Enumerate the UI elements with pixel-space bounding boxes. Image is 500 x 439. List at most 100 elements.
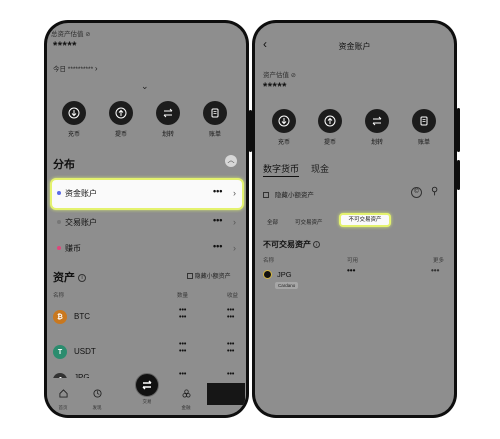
nav-discover-label: 发现 bbox=[92, 405, 102, 410]
nav-finance[interactable]: 金融 bbox=[175, 385, 197, 411]
chevron-right-icon: › bbox=[233, 217, 236, 227]
asset-symbol[interactable]: USDT bbox=[74, 347, 96, 356]
distribution-title: 分布 bbox=[53, 159, 75, 171]
info-icon[interactable]: i bbox=[313, 241, 321, 249]
side-button bbox=[457, 160, 460, 190]
deposit-button[interactable]: 充币 bbox=[269, 109, 299, 146]
non-tradable-section-title: 不可交易资产 i bbox=[263, 239, 321, 250]
eye-hidden-icon[interactable]: ⊘ bbox=[291, 73, 296, 79]
assets-title-text: 资产 bbox=[53, 272, 75, 284]
nav-finance-label: 金融 bbox=[181, 405, 191, 410]
filter-all[interactable]: 全部 bbox=[267, 218, 278, 226]
asset-amount-value: ••• bbox=[179, 371, 187, 378]
bill-icon bbox=[203, 101, 227, 125]
bill-icon bbox=[412, 109, 436, 133]
filter-non-tradable[interactable]: 不可交易资产 bbox=[339, 213, 391, 227]
asset-amount-sub: ••• bbox=[179, 348, 187, 355]
checkbox-icon bbox=[263, 192, 269, 199]
withdraw-label: 提币 bbox=[323, 140, 336, 146]
right-phone-frame: ‹ 资金账户 资产估值 ⊘ ***** 充币 提币 划转 账单 数字货币 现金 … bbox=[252, 20, 460, 418]
info-icon[interactable]: i bbox=[78, 274, 87, 283]
deposit-icon bbox=[272, 109, 296, 133]
funding-dot-icon bbox=[57, 191, 61, 195]
asset-value-sub: ••• bbox=[227, 314, 235, 321]
bill-label: 账单 bbox=[417, 140, 430, 146]
chevron-right-icon: › bbox=[233, 243, 236, 253]
nav-discover[interactable]: 发现 bbox=[86, 385, 108, 411]
asset-value-main: ••• bbox=[227, 307, 235, 314]
distribution-item-trading-account[interactable]: 交易账户 bbox=[65, 217, 97, 228]
search-icon[interactable]: ⚲ bbox=[431, 186, 438, 197]
distribution-item-earn[interactable]: 赚币 bbox=[65, 243, 81, 254]
column-header-available: 可用 bbox=[347, 258, 359, 264]
column-header-name: 名称 bbox=[263, 258, 275, 264]
distribution-item-label: 资金账户 bbox=[65, 189, 97, 198]
transfer-button[interactable]: 划转 bbox=[153, 101, 183, 138]
available-value: ••• bbox=[347, 266, 356, 275]
distribution-item-value: ••• bbox=[213, 186, 223, 196]
asset-symbol-jpg[interactable]: JPG bbox=[277, 270, 292, 279]
withdraw-icon bbox=[318, 109, 342, 133]
assets-title: 资产 i bbox=[53, 269, 87, 285]
trade-icon bbox=[135, 373, 159, 397]
more-menu-icon[interactable]: ••• bbox=[431, 266, 439, 275]
asset-amount-value: ••• bbox=[179, 307, 187, 314]
collapse-chevron-icon[interactable]: ⌄ bbox=[141, 81, 149, 92]
hide-small-assets-label: 隐藏小额资产 bbox=[274, 192, 314, 199]
nav-trade[interactable]: 交易 bbox=[133, 373, 161, 405]
tab-cash[interactable]: 现金 bbox=[311, 162, 329, 175]
assets-valuation-label: 资产估值 ⊘ bbox=[263, 69, 296, 79]
masked-total-value: ***** bbox=[263, 81, 287, 93]
bill-button[interactable]: 账单 bbox=[409, 109, 439, 146]
column-header-more: 更多 bbox=[433, 258, 445, 264]
distribution-item-value: ••• bbox=[213, 241, 223, 251]
asset-amount: ••• ••• bbox=[179, 341, 186, 355]
transfer-label: 划转 bbox=[161, 132, 174, 138]
chevron-right-icon: › bbox=[94, 64, 98, 73]
asset-value: ••• bbox=[227, 371, 234, 378]
asset-value-main: ••• bbox=[227, 371, 235, 378]
bill-button[interactable]: 账单 bbox=[200, 101, 230, 138]
bill-label: 账单 bbox=[208, 132, 221, 138]
asset-value: ••• ••• bbox=[227, 341, 234, 355]
filter-tradable[interactable]: 可交易资产 bbox=[295, 218, 323, 226]
checkbox-icon bbox=[187, 273, 193, 280]
asset-amount: ••• ••• bbox=[179, 307, 186, 321]
today-pnl[interactable]: 今日 ********** › bbox=[53, 63, 98, 73]
collapse-up-icon[interactable]: ︿ bbox=[225, 155, 237, 167]
column-header-value: 收益 bbox=[227, 293, 239, 299]
jpg-token-icon bbox=[263, 270, 272, 279]
transfer-button[interactable]: 划转 bbox=[362, 109, 392, 146]
asset-value: ••• ••• bbox=[227, 307, 234, 321]
withdraw-button[interactable]: 提币 bbox=[106, 101, 136, 138]
asset-value-sub: ••• bbox=[227, 348, 235, 355]
nav-home[interactable]: 首页 bbox=[52, 385, 74, 411]
transfer-label: 划转 bbox=[370, 140, 383, 146]
finance-icon bbox=[181, 389, 191, 398]
deposit-button[interactable]: 充币 bbox=[59, 101, 89, 138]
withdraw-icon bbox=[109, 101, 133, 125]
usdt-icon: T bbox=[53, 345, 67, 359]
trading-dot-icon bbox=[57, 220, 61, 224]
withdraw-button[interactable]: 提币 bbox=[315, 109, 345, 146]
deposit-label: 充币 bbox=[277, 140, 290, 146]
convert-icon[interactable]: © bbox=[411, 187, 422, 198]
masked-total-value: ***** bbox=[53, 40, 77, 52]
asset-amount: ••• bbox=[179, 371, 186, 378]
asset-symbol[interactable]: BTC bbox=[74, 312, 90, 321]
nav-assets-tab[interactable]: 资产 bbox=[207, 383, 245, 405]
eye-hidden-icon[interactable]: ⊘ bbox=[85, 32, 90, 38]
hide-small-assets-toggle[interactable]: 隐藏小额资产 bbox=[263, 189, 314, 199]
earn-dot-icon bbox=[57, 246, 61, 250]
assets-valuation-label: 总资产估值 ⊘ bbox=[51, 28, 90, 38]
hide-small-assets-toggle[interactable]: 隐藏小额资产 bbox=[187, 271, 231, 280]
left-screen: 总资产估值 ⊘ ***** 今日 ********** › ⌄ 充币 提币 划转… bbox=[47, 23, 246, 415]
transfer-icon bbox=[365, 109, 389, 133]
left-phone-frame: 总资产估值 ⊘ ***** 今日 ********** › ⌄ 充币 提币 划转… bbox=[44, 20, 252, 418]
column-header-name: 名称 bbox=[53, 293, 65, 299]
withdraw-label: 提币 bbox=[114, 132, 127, 138]
deposit-icon bbox=[62, 101, 86, 125]
deposit-label: 充币 bbox=[67, 132, 80, 138]
tab-digital-currency[interactable]: 数字货币 bbox=[263, 162, 300, 177]
assets-valuation-text: 资产估值 bbox=[263, 72, 289, 79]
